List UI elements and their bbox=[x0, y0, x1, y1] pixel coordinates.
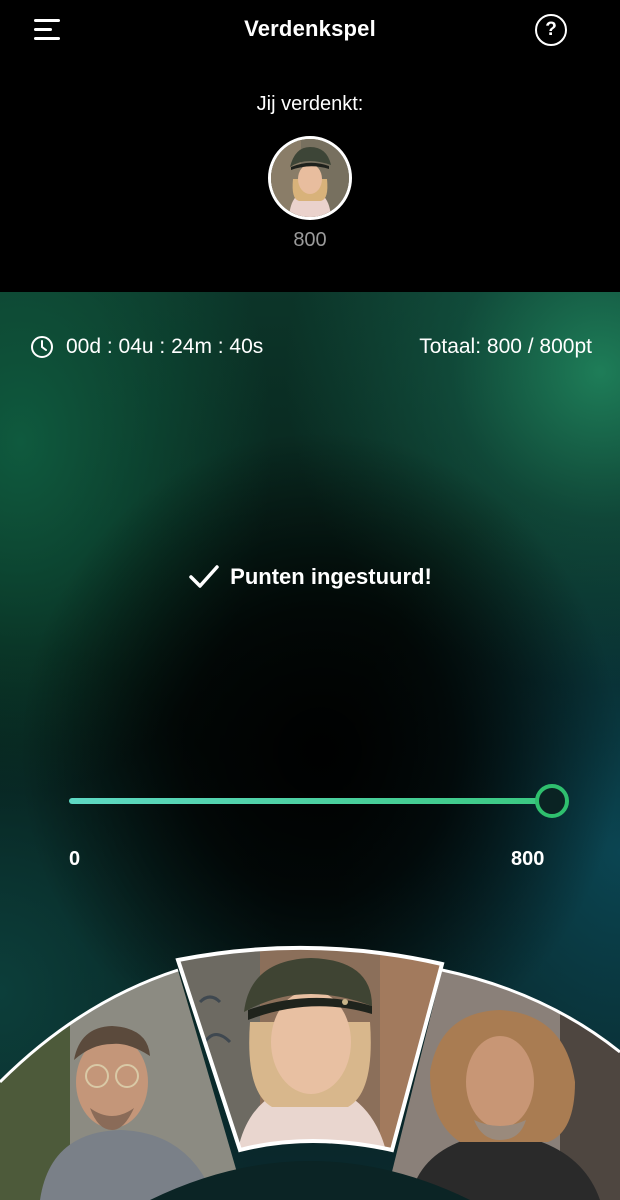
submitted-message: Punten ingestuurd! bbox=[0, 564, 620, 590]
slider-max-label: 800 bbox=[511, 848, 545, 870]
total-points: Totaal: 800 / 800pt bbox=[419, 335, 592, 358]
game-panel: 00d : 04u : 24m : 40s Totaal: 800 / 800p… bbox=[0, 292, 620, 1200]
suspect-points: 800 bbox=[293, 229, 327, 251]
top-bar: Verdenkspel ? Jij verdenkt: 800 bbox=[0, 0, 620, 292]
slider-min-label: 0 bbox=[69, 848, 81, 870]
slider-track[interactable] bbox=[69, 798, 551, 804]
countdown: 00d : 04u : 24m : 40s bbox=[30, 334, 263, 360]
help-icon[interactable]: ? bbox=[535, 14, 567, 46]
slider-thumb[interactable] bbox=[535, 784, 569, 818]
points-slider[interactable] bbox=[69, 782, 569, 822]
suspect-avatar bbox=[268, 136, 352, 220]
suspect-label: Jij verdenkt: bbox=[256, 93, 364, 115]
countdown-text: 00d : 04u : 24m : 40s bbox=[66, 335, 264, 358]
page-title: Verdenkspel bbox=[244, 16, 376, 41]
candidate-wheel[interactable] bbox=[0, 932, 620, 1200]
clock-icon bbox=[31, 336, 53, 358]
submitted-text: Punten ingestuurd! bbox=[230, 564, 432, 589]
checkmark-icon bbox=[189, 565, 219, 588]
